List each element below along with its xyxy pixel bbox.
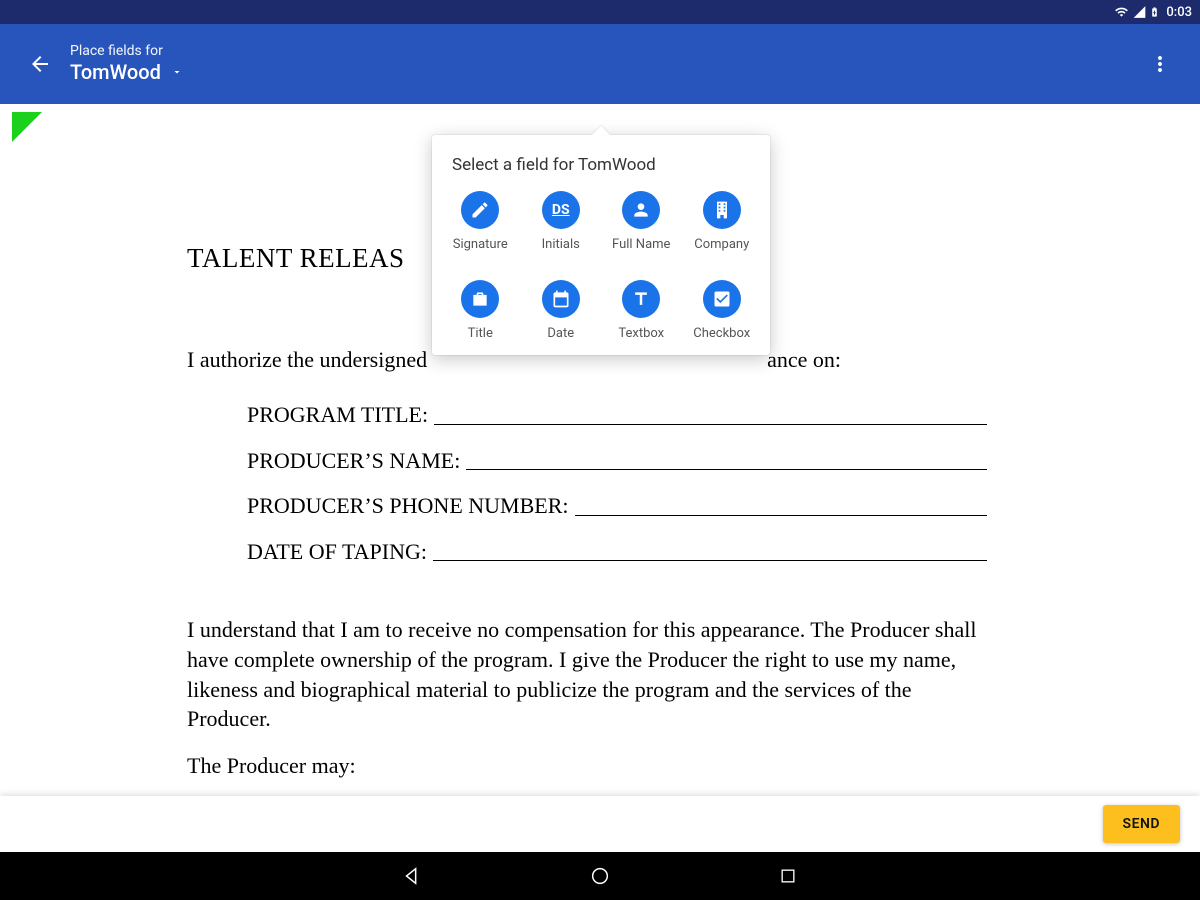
popover-title: Select a field for TomWood [432,135,770,191]
overflow-menu-button[interactable] [1136,40,1184,88]
form-line-producer-name: PRODUCER’S NAME: [247,447,987,475]
briefcase-icon [461,280,499,318]
field-signature[interactable]: Signature [440,191,521,252]
appbar-subtitle: Place fields for [70,43,183,61]
more-vert-icon [1148,52,1172,76]
field-full-name[interactable]: Full Name [601,191,682,252]
field-title[interactable]: Title [440,280,521,341]
doc-intro-right: ance on: [767,346,841,374]
android-nav-bar [0,852,1200,900]
back-arrow-icon [28,52,52,76]
wifi-icon [1113,5,1130,19]
back-button[interactable] [16,40,64,88]
doc-paragraph-1: I understand that I am to receive no com… [187,615,987,734]
checkbox-icon [703,280,741,318]
status-icons: 0:03 [1113,4,1192,20]
appbar-title: TomWood [70,60,161,85]
android-status-bar: 0:03 [0,0,1200,24]
nav-recents-button[interactable] [774,862,802,890]
doc-paragraph-2: The Producer may: [187,752,987,780]
nav-back-button[interactable] [398,862,426,890]
form-line-date-of-taping: DATE OF TAPING: [247,538,987,566]
field-grid: Signature DS Initials Full Name Company … [432,191,770,341]
signature-icon [461,191,499,229]
send-button[interactable]: SEND [1103,805,1180,843]
field-initials[interactable]: DS Initials [521,191,602,252]
form-line-producer-phone: PRODUCER’S PHONE NUMBER: [247,492,987,520]
building-icon [703,191,741,229]
nav-back-icon [401,865,423,887]
doc-intro-left: I authorize the undersigned [187,346,427,374]
app-bar: Place fields for TomWood [0,24,1200,104]
nav-home-icon [589,865,611,887]
textbox-icon [622,280,660,318]
field-date[interactable]: Date [521,280,602,341]
footer-bar: SEND [0,796,1200,852]
appbar-title-block[interactable]: Place fields for TomWood [70,43,183,86]
field-checkbox[interactable]: Checkbox [682,280,763,341]
dropdown-caret-icon [171,63,183,83]
cell-signal-icon [1132,5,1147,19]
field-textbox[interactable]: Textbox [601,280,682,341]
field-company[interactable]: Company [682,191,763,252]
battery-charging-icon [1149,4,1160,20]
nav-home-button[interactable] [586,862,614,890]
person-icon [622,191,660,229]
field-picker-popover: Select a field for TomWood Signature DS … [432,135,770,355]
status-time: 0:03 [1166,5,1192,20]
nav-recents-icon [778,866,798,886]
initials-icon: DS [542,191,580,229]
calendar-icon [542,280,580,318]
page-corner-marker [12,112,42,142]
form-line-program-title: PROGRAM TITLE: [247,401,987,429]
